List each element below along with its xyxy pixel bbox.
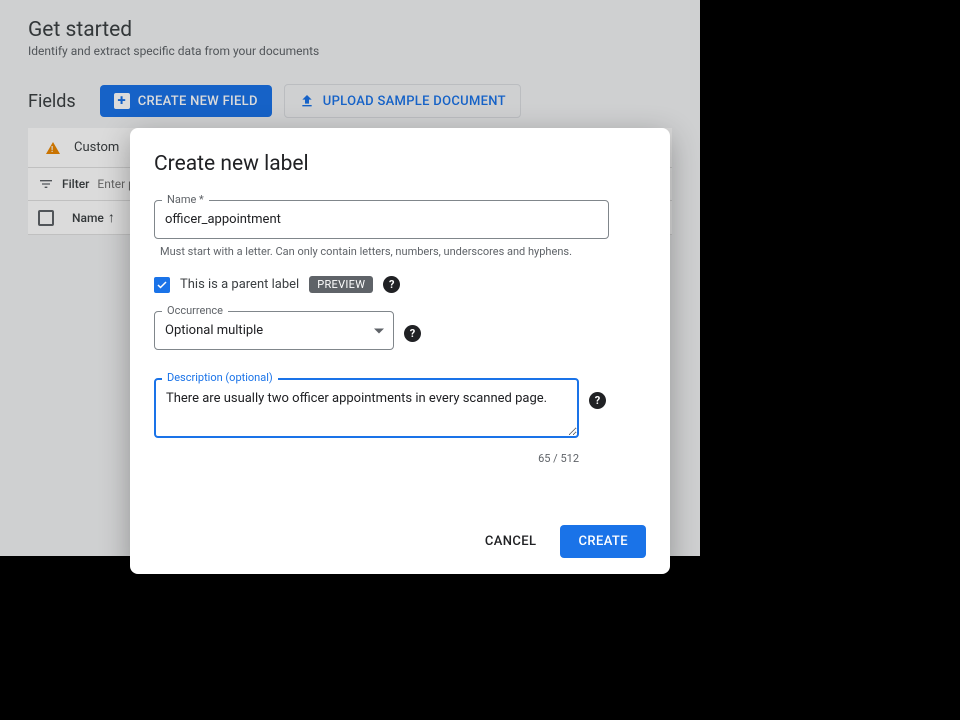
create-new-label-dialog: Create new label Name * Must start with … <box>130 128 670 574</box>
parent-label-text: This is a parent label <box>180 277 299 292</box>
occurrence-label: Occurrence <box>162 304 228 317</box>
filter-icon <box>38 176 54 192</box>
description-field: Description (optional) <box>154 378 579 442</box>
upload-sample-document-button[interactable]: UPLOAD SAMPLE DOCUMENT <box>284 84 521 118</box>
create-new-field-button[interactable]: CREATE NEW FIELD <box>100 85 272 117</box>
occurrence-row: Occurrence Optional multiple ? <box>154 311 646 356</box>
parent-label-checkbox[interactable] <box>154 277 170 293</box>
fields-toolbar: Fields CREATE NEW FIELD UPLOAD SAMPLE DO… <box>0 70 700 128</box>
dialog-actions: CANCEL CREATE <box>154 525 646 558</box>
description-char-count: 65 / 512 <box>154 452 579 465</box>
fields-heading: Fields <box>28 91 76 112</box>
page-title: Get started <box>28 18 672 42</box>
name-label: Name * <box>162 193 209 206</box>
name-input[interactable] <box>154 200 609 239</box>
help-icon[interactable]: ? <box>404 325 421 342</box>
parent-label-row: This is a parent label PREVIEW ? <box>154 276 646 293</box>
select-all-checkbox[interactable] <box>38 210 54 226</box>
sort-ascending-icon: ↑ <box>108 209 115 226</box>
column-header-name-label: Name <box>72 211 104 225</box>
name-field: Name * <box>154 200 609 239</box>
preview-badge: PREVIEW <box>309 276 373 293</box>
warning-icon <box>46 142 60 154</box>
filter-label: Filter <box>62 177 89 191</box>
description-label: Description (optional) <box>162 371 278 384</box>
upload-icon <box>299 93 315 109</box>
dialog-title: Create new label <box>154 152 646 176</box>
page-subtitle: Identify and extract specific data from … <box>28 44 672 58</box>
page-header: Get started Identify and extract specifi… <box>0 0 700 70</box>
column-header-name[interactable]: Name ↑ <box>72 209 115 226</box>
help-icon[interactable]: ? <box>589 392 606 409</box>
help-icon[interactable]: ? <box>383 276 400 293</box>
create-new-field-label: CREATE NEW FIELD <box>138 94 258 109</box>
upload-sample-document-label: UPLOAD SAMPLE DOCUMENT <box>323 94 506 109</box>
cancel-button[interactable]: CANCEL <box>471 525 551 558</box>
name-helper-text: Must start with a letter. Can only conta… <box>160 245 646 258</box>
occurrence-field: Occurrence Optional multiple <box>154 311 394 350</box>
description-textarea[interactable] <box>154 378 579 438</box>
notice-text: Custom <box>74 140 119 155</box>
create-button[interactable]: CREATE <box>560 525 646 558</box>
plus-icon <box>114 93 130 109</box>
description-row: Description (optional) ? <box>154 378 646 448</box>
checkmark-icon <box>156 279 168 291</box>
